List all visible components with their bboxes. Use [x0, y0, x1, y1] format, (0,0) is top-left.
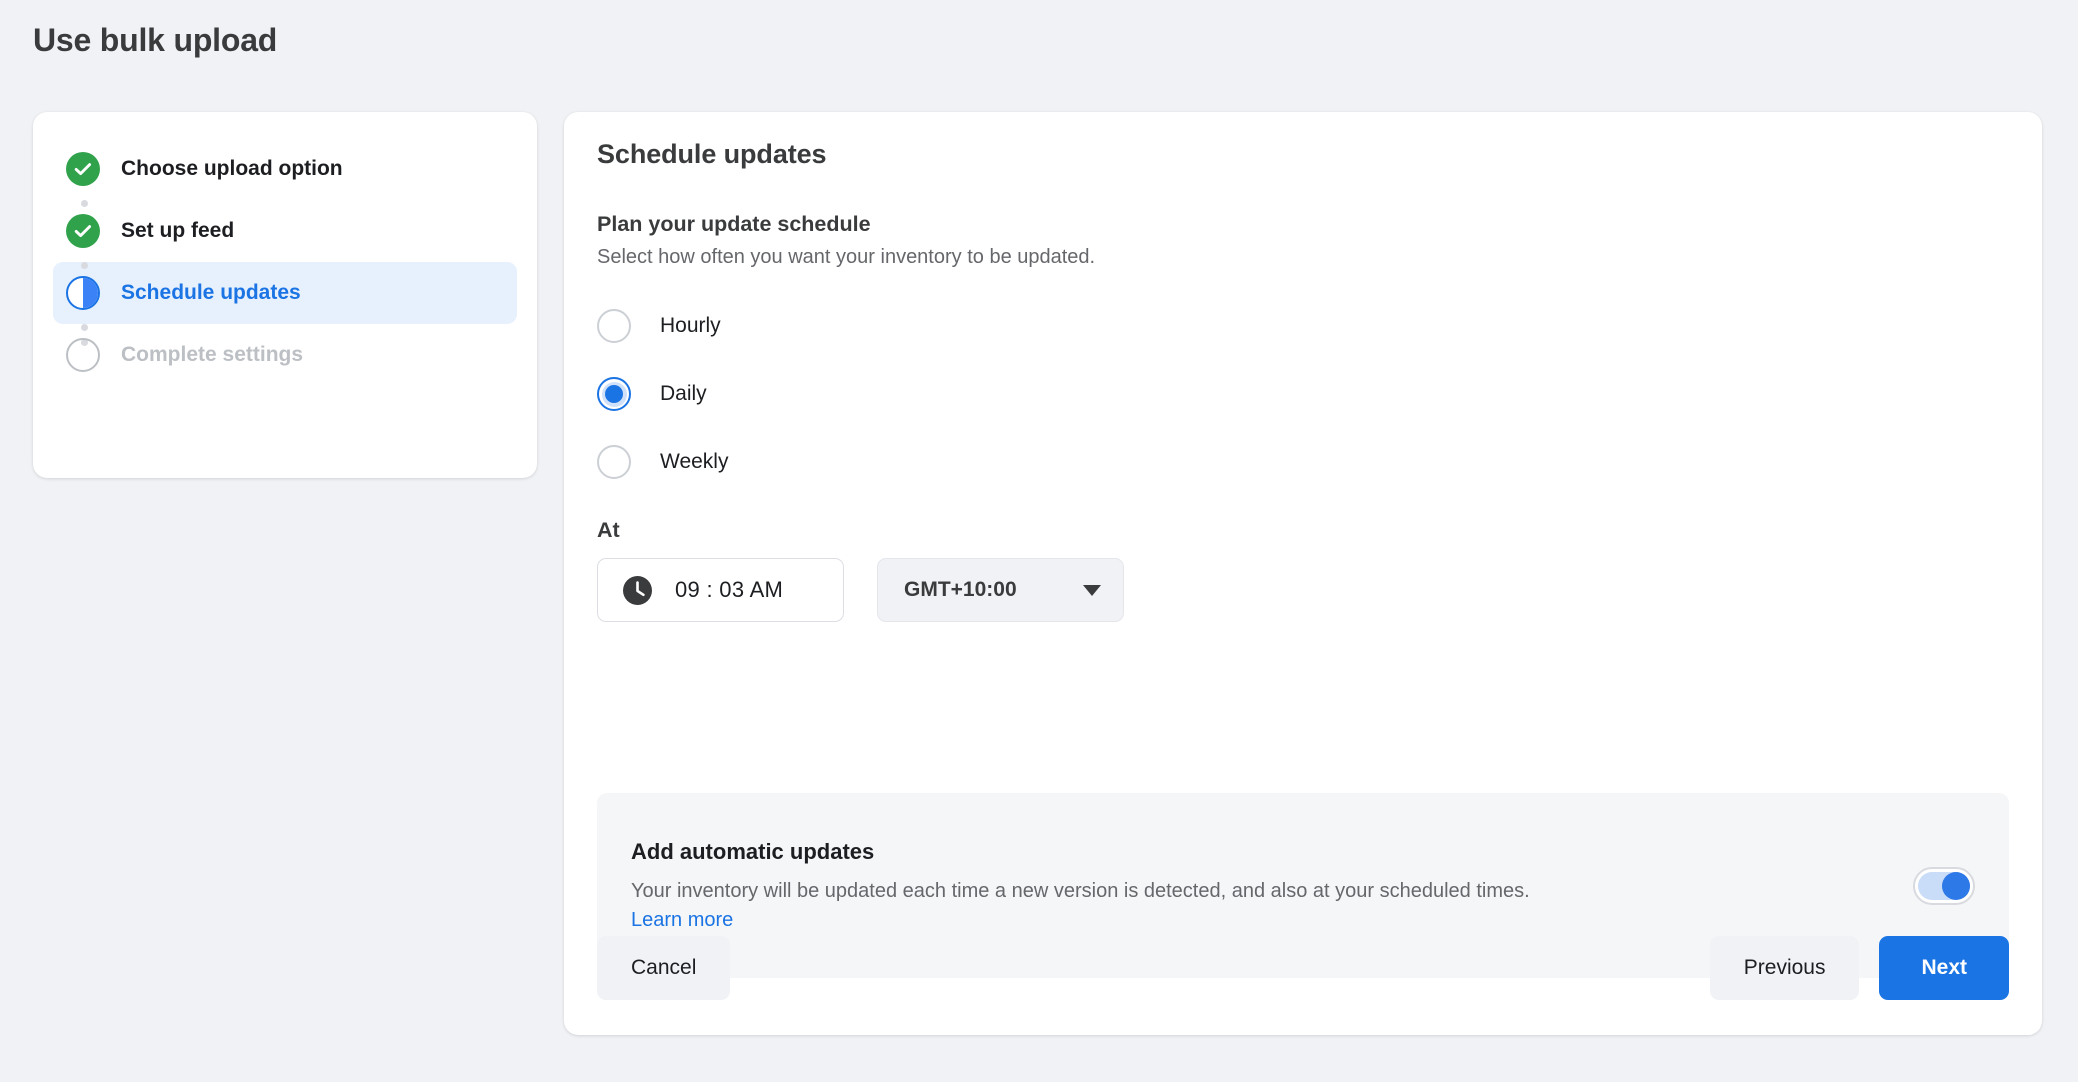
time-controls-row: 09 : 03 AM GMT+10:00	[597, 558, 1124, 622]
sidebar-step-label: Choose upload option	[121, 157, 343, 180]
sidebar-step-complete-settings[interactable]: Complete settings	[53, 324, 517, 386]
connector-dot	[81, 200, 88, 207]
previous-button[interactable]: Previous	[1709, 936, 1860, 1000]
section-heading: Plan your update schedule	[597, 212, 871, 236]
next-button[interactable]: Next	[1879, 936, 2009, 1000]
radio-circle-icon[interactable]	[597, 309, 631, 343]
radio-option-daily[interactable]: Daily	[597, 360, 1197, 428]
radio-circle-icon[interactable]	[597, 445, 631, 479]
radio-option-weekly[interactable]: Weekly	[597, 428, 1197, 496]
learn-more-link[interactable]: Learn more	[631, 909, 733, 932]
timezone-select[interactable]: GMT+10:00	[877, 558, 1124, 622]
time-value: 09 : 03 AM	[675, 577, 784, 602]
radio-option-label: Hourly	[660, 314, 721, 337]
check-circle-icon	[65, 213, 101, 249]
sidebar-step-label: Set up feed	[121, 219, 235, 242]
frequency-radio-group: Hourly Daily Weekly	[597, 292, 1197, 496]
page-root: Use bulk upload Choose upload option Set…	[0, 0, 2078, 1082]
section-subtext: Select how often you want your inventory…	[597, 246, 1096, 268]
sidebar-step-schedule-updates[interactable]: Schedule updates	[53, 262, 517, 324]
automatic-updates-text: Add automatic updates Your inventory wil…	[631, 809, 1887, 961]
cancel-button[interactable]: Cancel	[597, 936, 731, 1000]
radio-option-label: Weekly	[660, 450, 729, 473]
connector-dot	[81, 262, 88, 269]
automatic-updates-title: Add automatic updates	[631, 839, 875, 865]
sidebar-step-label: Schedule updates	[121, 281, 301, 304]
step-list: Choose upload option Set up feed Schedul…	[33, 112, 537, 386]
sidebar-step-label: Complete settings	[121, 343, 304, 366]
at-label: At	[597, 518, 620, 542]
radio-circle-selected-icon[interactable]	[597, 377, 631, 411]
stepper-card: Choose upload option Set up feed Schedul…	[33, 112, 537, 478]
timezone-value: GMT+10:00	[904, 578, 1017, 601]
automatic-updates-toggle[interactable]	[1913, 866, 1975, 905]
half-circle-icon	[65, 275, 101, 311]
radio-option-label: Daily	[660, 382, 707, 405]
sidebar-step-choose-upload-option[interactable]: Choose upload option	[53, 138, 517, 200]
clock-icon	[622, 575, 653, 606]
check-circle-icon	[65, 151, 101, 187]
panel-title: Schedule updates	[597, 139, 827, 169]
footer-actions: Previous Next	[1709, 936, 2009, 1000]
chevron-down-icon	[1083, 584, 1101, 596]
empty-circle-icon	[65, 337, 101, 373]
sidebar-step-set-up-feed[interactable]: Set up feed	[53, 200, 517, 262]
page-title: Use bulk upload	[33, 22, 278, 58]
radio-option-hourly[interactable]: Hourly	[597, 292, 1197, 360]
connector-dot	[81, 324, 88, 331]
automatic-updates-description: Your inventory will be updated each time…	[631, 880, 1530, 903]
time-input[interactable]: 09 : 03 AM	[597, 558, 844, 622]
schedule-updates-panel: Schedule updates Plan your update schedu…	[564, 112, 2042, 1035]
